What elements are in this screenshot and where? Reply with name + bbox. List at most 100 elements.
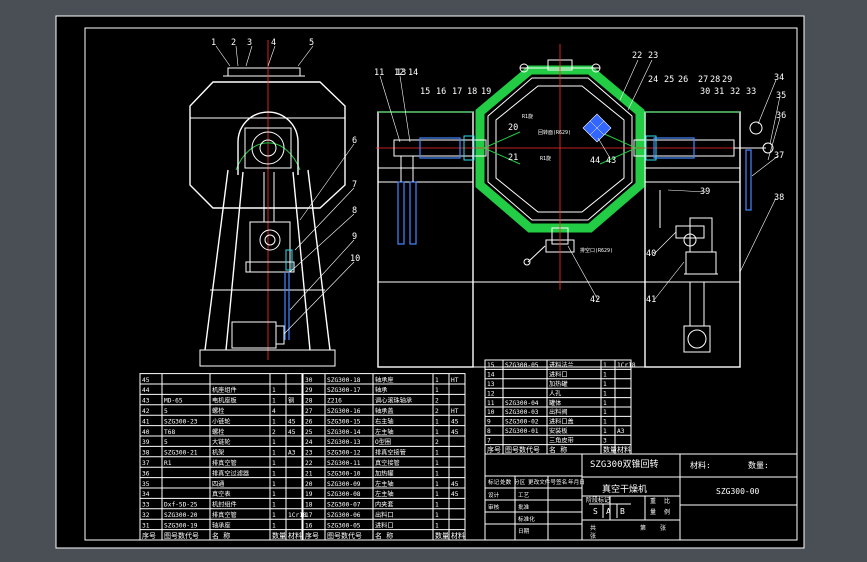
- bom_left-cell: SZG300-23: [164, 418, 198, 425]
- bom_mid-cell: 45: [451, 418, 459, 425]
- balloon-1: 1: [211, 38, 216, 48]
- bom_left-cell: 37: [142, 460, 150, 467]
- bom_left-cell: 45: [288, 429, 296, 436]
- annotation-3: R1旋: [540, 155, 551, 162]
- bom_left-cell: 四通: [212, 480, 224, 488]
- bom_right-cell: 1: [603, 400, 607, 407]
- balloon-30: 30: [700, 87, 710, 97]
- bom_right-cell: 3: [603, 437, 607, 444]
- balloon-40: 40: [646, 249, 656, 259]
- bom_right-cell: 14: [487, 372, 495, 379]
- scale-label: 比: [664, 497, 670, 505]
- bom_left-cell: 1: [272, 522, 276, 529]
- balloon-16: 16: [436, 87, 446, 97]
- sign-off-cell: 审核: [488, 503, 500, 511]
- balloon-32: 32: [730, 87, 740, 97]
- balloon-33: 33: [746, 87, 756, 97]
- balloon-39: 39: [700, 187, 710, 197]
- bom_mid-cell: 17: [305, 512, 313, 519]
- bom_left-cell: 5: [164, 439, 168, 446]
- sign-off-cell: 标准化: [518, 515, 535, 523]
- revision-header-cell: 签名: [556, 478, 567, 486]
- balloon-15: 15: [420, 87, 430, 97]
- bom_left-cell: 真空表: [212, 490, 231, 498]
- bom_right-header: 材料: [617, 445, 631, 454]
- balloon-23: 23: [648, 51, 658, 61]
- bom_mid-cell: 1: [435, 450, 439, 457]
- bom_left-cell: 45: [288, 418, 296, 425]
- bom_right-header: 数量: [603, 445, 617, 454]
- bom_mid-cell: SZG300-05: [327, 522, 361, 529]
- annotation-4: 排空口(R629): [580, 247, 613, 254]
- balloon-22: 22: [632, 51, 642, 61]
- bom_mid-cell: 2: [435, 408, 439, 415]
- bom_left-cell: 1: [272, 491, 276, 498]
- bom_mid-cell: 24: [305, 439, 313, 446]
- revision-header-cell: 分区: [514, 478, 526, 486]
- balloon-25: 25: [664, 75, 674, 85]
- bom_mid-cell: 45: [451, 481, 459, 488]
- bom_left-cell: 电机座板: [212, 397, 237, 405]
- bom_mid-header: 图号数代号: [327, 531, 362, 540]
- drawing-number: SZG300-00: [716, 487, 760, 496]
- bom_right-cell: SZG300-05: [505, 362, 539, 369]
- balloon-29: 29: [722, 75, 732, 85]
- bom_mid-cell: SZG300-18: [327, 377, 361, 384]
- bom_left-cell: 1: [272, 418, 276, 425]
- balloon-17: 17: [452, 87, 462, 97]
- bom_mid-cell: 轴承座: [375, 376, 394, 384]
- bom_mid-cell: O型圈: [375, 438, 391, 446]
- bom_left-cell: 41: [142, 418, 150, 425]
- bom_mid-cell: SZG300-09: [327, 481, 361, 488]
- bom_left-cell: 1: [272, 512, 276, 519]
- bom_left-cell: 钢: [288, 397, 294, 405]
- bom_mid-cell: 2: [435, 398, 439, 405]
- bom_mid-cell: 1: [435, 470, 439, 477]
- bom_mid-cell: 26: [305, 418, 313, 425]
- bom_right-cell: 1: [603, 381, 607, 388]
- bom_left-cell: 32: [142, 512, 150, 519]
- bom_mid-cell: 1: [435, 481, 439, 488]
- bom_left-cell: 2: [272, 429, 276, 436]
- bom_left-cell: 38: [142, 450, 150, 457]
- bom_right-cell: 9: [487, 419, 491, 426]
- product-name-2: 真空干燥机: [602, 483, 647, 495]
- scale-value: 例: [664, 508, 670, 516]
- bom_mid-cell: 排真空接管: [375, 449, 406, 457]
- bom_mid-cell: SZG300-10: [327, 470, 361, 477]
- bom_mid-cell: SZG300-17: [327, 387, 361, 394]
- bom_right-cell: 进料法兰: [549, 361, 574, 369]
- sign-off-cell: 工艺: [518, 492, 530, 499]
- bom_left-cell: 机架: [212, 449, 224, 457]
- bom_mid-cell: SZG300-13: [327, 439, 361, 446]
- bom_right-cell: 8: [487, 428, 491, 435]
- cad-viewport[interactable]: 1 2 3 4 5 6 7 8 9 10 11 12 13 13 14 15 1…: [0, 0, 867, 562]
- bom_mid-cell: 29: [305, 387, 313, 394]
- bom_left-cell: 33: [142, 502, 150, 509]
- bom_mid-cell: 1: [435, 522, 439, 529]
- cad-drawing-canvas[interactable]: 1 2 3 4 5 6 7 8 9 10 11 12 13 13 14 15 1…: [0, 0, 867, 562]
- revision-header-cell: 处数: [500, 478, 512, 486]
- stage-mark-b: B: [620, 507, 625, 516]
- bom_mid-cell: 1: [435, 429, 439, 436]
- sign-off-cell: 设计: [488, 491, 500, 499]
- bom_right-cell: SZG300-01: [505, 428, 539, 435]
- bom_mid-header: 序号: [305, 531, 319, 540]
- bom_left-cell: 排真空管: [212, 459, 237, 467]
- bom_left-cell: 机座组件: [212, 386, 237, 394]
- bom_mid-header: 名 称: [375, 531, 393, 540]
- revision-headers: 标记 处数 分区 更改文件号 签名 年月日: [488, 478, 585, 486]
- bom_right-cell: 13: [487, 381, 495, 388]
- bom_mid-cell: 调心滚珠轴承: [375, 397, 412, 405]
- bom_mid-cell: HT: [451, 408, 459, 415]
- balloon-20: 20: [508, 123, 518, 133]
- bom_mid-cell: SZG300-11: [327, 460, 361, 467]
- bom_mid-cell: SZG300-15: [327, 418, 361, 425]
- bom_mid-cell: 27: [305, 408, 313, 415]
- bom_left-cell: 31: [142, 522, 150, 529]
- bom_mid-cell: 真空接管: [375, 459, 400, 467]
- sheet-label: 张: [590, 532, 596, 540]
- bom_left-cell: 小链轮: [212, 417, 231, 425]
- bom_right-cell: 12: [487, 390, 495, 397]
- bom_left-cell: 35: [142, 481, 150, 488]
